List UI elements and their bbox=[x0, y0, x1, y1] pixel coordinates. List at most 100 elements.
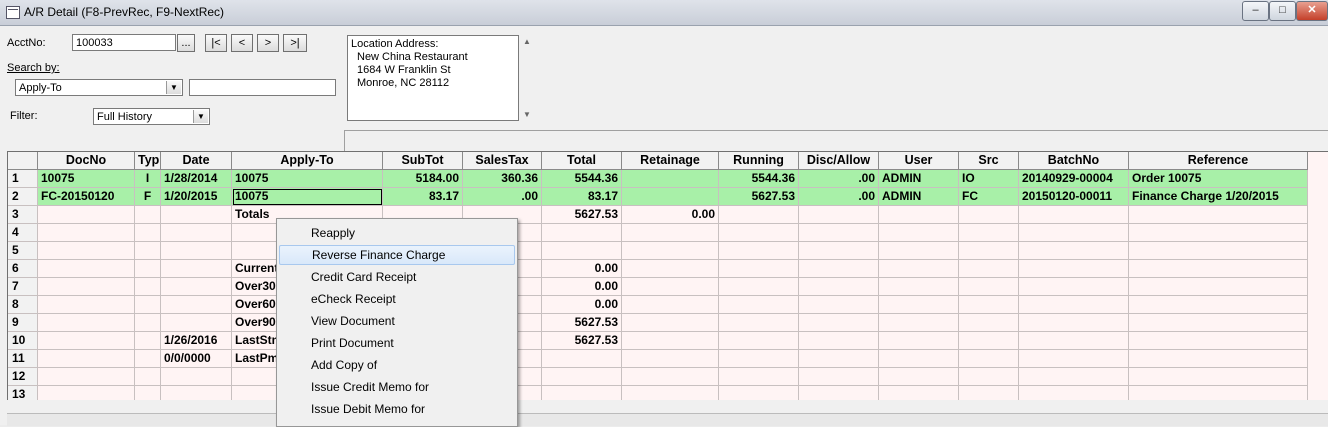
cell-date[interactable]: 1/20/2015 bbox=[161, 188, 232, 206]
cell-user[interactable] bbox=[879, 296, 959, 314]
cell-batch-no[interactable] bbox=[1019, 386, 1129, 400]
cell-disc-allow[interactable] bbox=[799, 242, 879, 260]
column-header-disc-allow[interactable]: Disc/Allow bbox=[799, 152, 879, 170]
column-header-batch-no[interactable]: BatchNo bbox=[1019, 152, 1129, 170]
cell-retainage[interactable] bbox=[622, 332, 719, 350]
cell-disc-allow[interactable] bbox=[799, 260, 879, 278]
column-header-type[interactable]: Typ bbox=[135, 152, 161, 170]
cell-running[interactable] bbox=[719, 368, 799, 386]
menu-item-print-document[interactable]: Print Document bbox=[279, 333, 515, 353]
cell-row-number[interactable]: 8 bbox=[8, 296, 38, 314]
cell-disc-allow[interactable]: .00 bbox=[799, 188, 879, 206]
cell-doc-no[interactable] bbox=[38, 278, 135, 296]
cell-total[interactable] bbox=[542, 368, 622, 386]
column-header-row-number[interactable] bbox=[8, 152, 38, 170]
cell-batch-no[interactable]: 20150120-00011 bbox=[1019, 188, 1129, 206]
cell-date[interactable] bbox=[161, 368, 232, 386]
cell-disc-allow[interactable] bbox=[799, 350, 879, 368]
cell-reference[interactable] bbox=[1129, 332, 1308, 350]
cell-row-number[interactable]: 4 bbox=[8, 224, 38, 242]
cell-batch-no[interactable] bbox=[1019, 242, 1129, 260]
cell-running[interactable] bbox=[719, 224, 799, 242]
cell-running[interactable] bbox=[719, 206, 799, 224]
cell-disc-allow[interactable] bbox=[799, 224, 879, 242]
cell-date[interactable] bbox=[161, 206, 232, 224]
cell-running[interactable] bbox=[719, 278, 799, 296]
cell-date[interactable] bbox=[161, 386, 232, 400]
table-row[interactable]: 10 1/26/2016 LastStmt 5627.53 bbox=[8, 332, 1328, 350]
cell-total[interactable] bbox=[542, 350, 622, 368]
cell-total[interactable]: 5627.53 bbox=[542, 206, 622, 224]
cell-user[interactable] bbox=[879, 278, 959, 296]
last-record-button[interactable]: >| bbox=[283, 34, 307, 52]
searchby-select[interactable]: Apply-To ▼ bbox=[15, 79, 183, 96]
cell-row-number[interactable]: 3 bbox=[8, 206, 38, 224]
column-header-date[interactable]: Date bbox=[161, 152, 232, 170]
menu-item-reverse-finance-charge[interactable]: Reverse Finance Charge bbox=[279, 245, 515, 265]
column-header-user[interactable]: User bbox=[879, 152, 959, 170]
cell-date[interactable] bbox=[161, 278, 232, 296]
cell-type[interactable] bbox=[135, 260, 161, 278]
cell-batch-no[interactable] bbox=[1019, 368, 1129, 386]
cell-doc-no[interactable] bbox=[38, 350, 135, 368]
search-input[interactable] bbox=[189, 79, 336, 96]
cell-disc-allow[interactable] bbox=[799, 296, 879, 314]
cell-retainage[interactable] bbox=[622, 350, 719, 368]
acctno-input[interactable]: 100033 bbox=[72, 34, 176, 51]
filter-select[interactable]: Full History ▼ bbox=[93, 108, 210, 125]
cell-total[interactable]: 5627.53 bbox=[542, 314, 622, 332]
cell-date[interactable] bbox=[161, 296, 232, 314]
cell-user[interactable]: ADMIN bbox=[879, 188, 959, 206]
cell-date[interactable]: 1/28/2014 bbox=[161, 170, 232, 188]
cell-src[interactable] bbox=[959, 332, 1019, 350]
cell-subtotal[interactable]: 5184.00 bbox=[383, 170, 463, 188]
cell-retainage[interactable] bbox=[622, 278, 719, 296]
menu-item-echeck-receipt[interactable]: eCheck Receipt bbox=[279, 289, 515, 309]
cell-type[interactable] bbox=[135, 224, 161, 242]
cell-row-number[interactable]: 2 bbox=[8, 188, 38, 206]
cell-running[interactable]: 5627.53 bbox=[719, 188, 799, 206]
cell-date[interactable]: 0/0/0000 bbox=[161, 350, 232, 368]
cell-doc-no[interactable]: 10075 bbox=[38, 170, 135, 188]
menu-item-issue-credit-memo-for[interactable]: Issue Credit Memo for bbox=[279, 377, 515, 397]
menu-item-add-copy-of[interactable]: Add Copy of bbox=[279, 355, 515, 375]
cell-type[interactable] bbox=[135, 242, 161, 260]
cell-doc-no[interactable] bbox=[38, 224, 135, 242]
cell-doc-no[interactable] bbox=[38, 368, 135, 386]
cell-reference[interactable] bbox=[1129, 368, 1308, 386]
cell-src[interactable] bbox=[959, 368, 1019, 386]
cell-date[interactable]: 1/26/2016 bbox=[161, 332, 232, 350]
cell-reference[interactable] bbox=[1129, 260, 1308, 278]
cell-disc-allow[interactable] bbox=[799, 206, 879, 224]
cell-row-number[interactable]: 7 bbox=[8, 278, 38, 296]
cell-retainage[interactable]: 0.00 bbox=[622, 206, 719, 224]
cell-type[interactable] bbox=[135, 332, 161, 350]
cell-type[interactable] bbox=[135, 314, 161, 332]
column-header-src[interactable]: Src bbox=[959, 152, 1019, 170]
column-header-sales-tax[interactable]: SalesTax bbox=[463, 152, 542, 170]
cell-retainage[interactable] bbox=[622, 242, 719, 260]
cell-reference[interactable] bbox=[1129, 206, 1308, 224]
cell-src[interactable] bbox=[959, 296, 1019, 314]
cell-src[interactable] bbox=[959, 314, 1019, 332]
cell-retainage[interactable] bbox=[622, 170, 719, 188]
cell-type[interactable] bbox=[135, 350, 161, 368]
cell-batch-no[interactable] bbox=[1019, 278, 1129, 296]
menu-item-credit-card-receipt[interactable]: Credit Card Receipt bbox=[279, 267, 515, 287]
cell-reference[interactable]: Order 10075 bbox=[1129, 170, 1308, 188]
cell-retainage[interactable] bbox=[622, 224, 719, 242]
cell-src[interactable]: FC bbox=[959, 188, 1019, 206]
cell-reference[interactable] bbox=[1129, 242, 1308, 260]
cell-src[interactable] bbox=[959, 350, 1019, 368]
cell-disc-allow[interactable] bbox=[799, 332, 879, 350]
cell-disc-allow[interactable] bbox=[799, 278, 879, 296]
cell-user[interactable] bbox=[879, 332, 959, 350]
cell-subtotal[interactable]: 83.17 bbox=[383, 188, 463, 206]
cell-type[interactable] bbox=[135, 386, 161, 400]
cell-user[interactable] bbox=[879, 260, 959, 278]
cell-user[interactable] bbox=[879, 242, 959, 260]
cell-retainage[interactable] bbox=[622, 368, 719, 386]
cell-apply-to[interactable]: 10075 bbox=[232, 170, 383, 188]
cell-doc-no[interactable] bbox=[38, 296, 135, 314]
cell-date[interactable] bbox=[161, 242, 232, 260]
